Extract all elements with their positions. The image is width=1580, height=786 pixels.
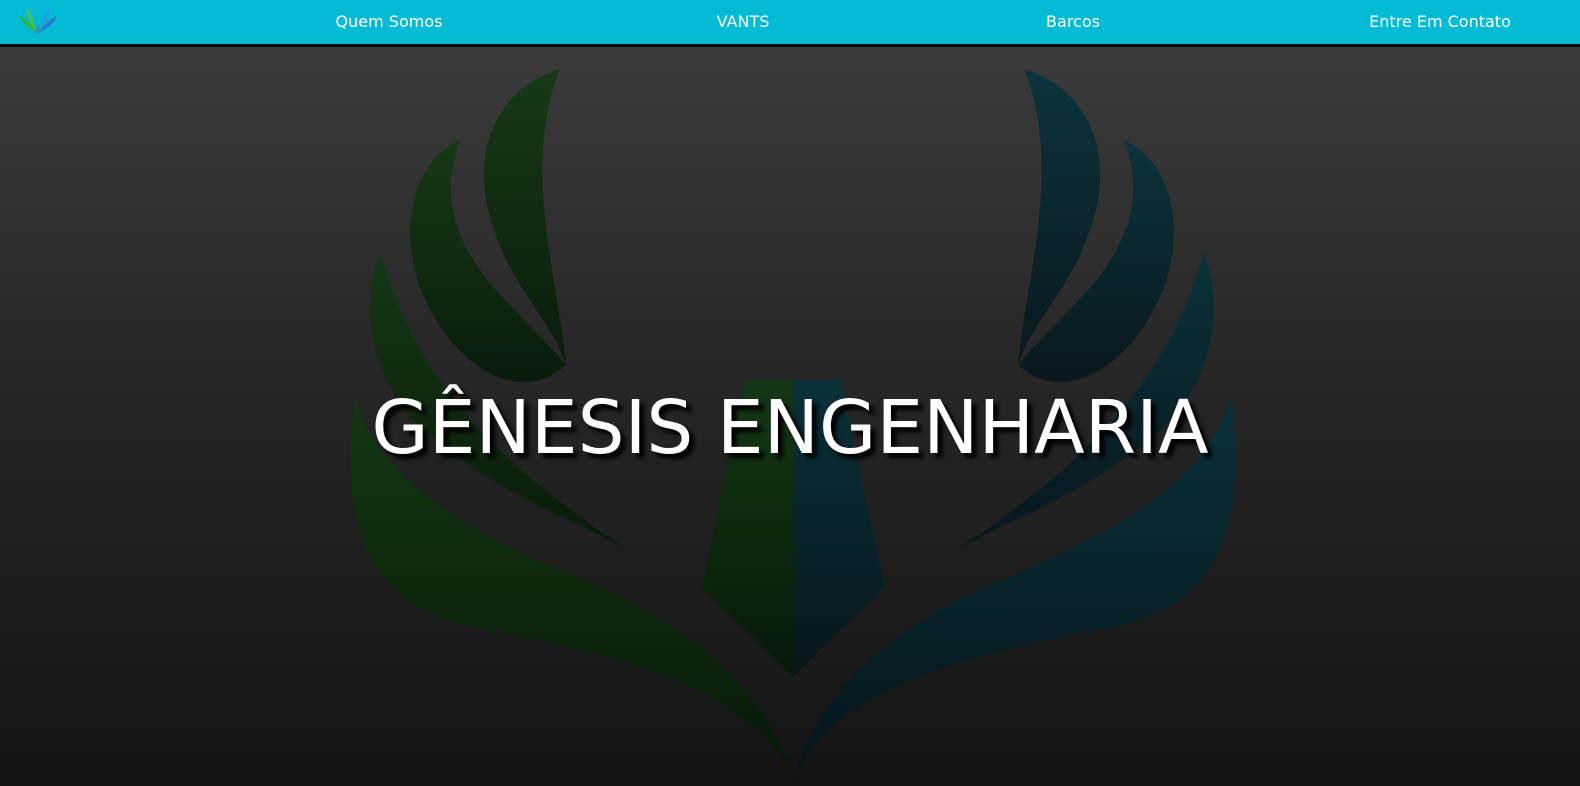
genesis-logo-icon[interactable] xyxy=(16,3,60,35)
nav-link-barcos[interactable]: Barcos xyxy=(1046,0,1100,44)
nav-link-quem-somos[interactable]: Quem Somos xyxy=(336,0,443,44)
nav-link-vants[interactable]: VANTS xyxy=(717,0,770,44)
top-navbar: Quem Somos VANTS Barcos Entre Em Contato xyxy=(0,0,1580,47)
hero-title: GÊNESIS ENGENHARIA xyxy=(371,385,1209,471)
nav-link-entre-em-contato[interactable]: Entre Em Contato xyxy=(1369,0,1511,44)
hero-section: GÊNESIS ENGENHARIA xyxy=(0,47,1580,786)
